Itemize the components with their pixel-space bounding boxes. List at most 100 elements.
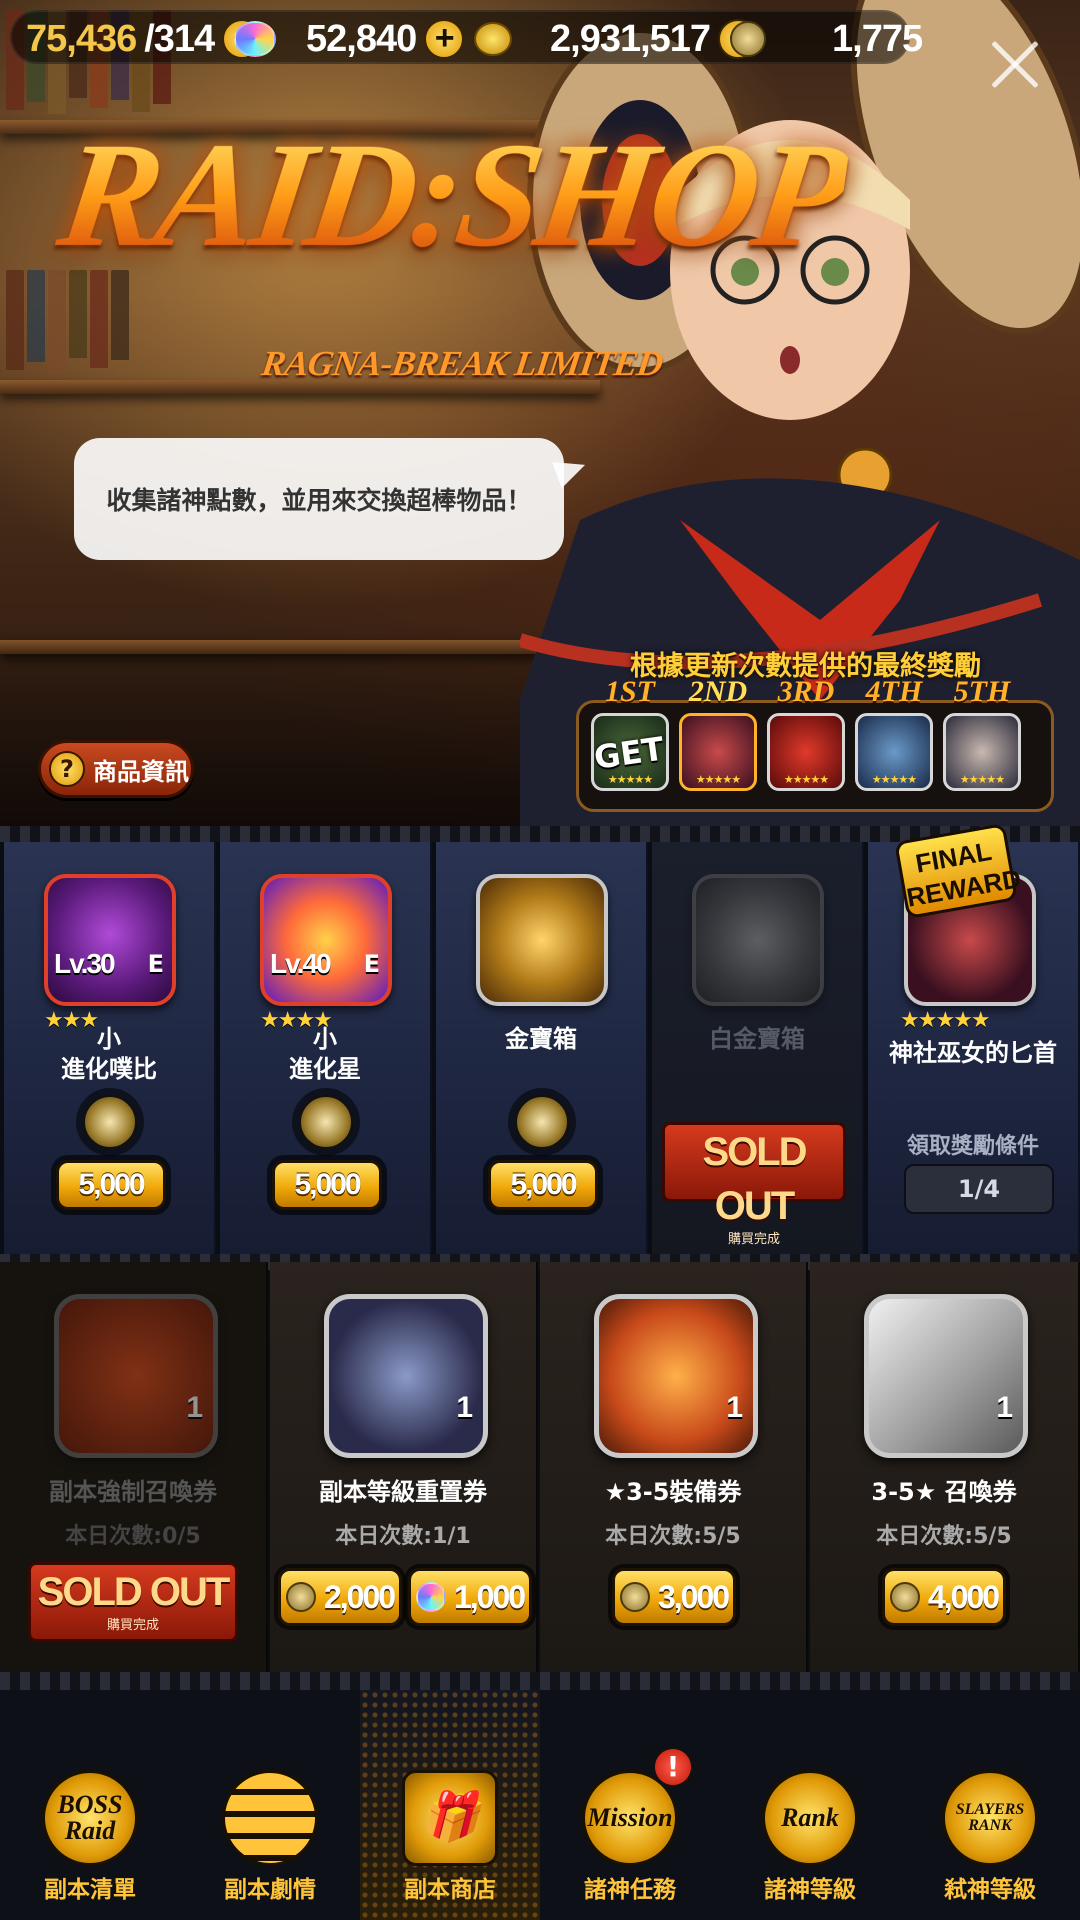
quantity-label: 1 bbox=[456, 1391, 473, 1424]
final-reward-panel: 1ST GET! ★★★★★ 2ND ★★★★★ 3RD ★★★★★ 4TH ★… bbox=[576, 677, 1054, 812]
nav-raid-shop[interactable]: 🎁 副本商店 bbox=[360, 1690, 540, 1920]
buy-button[interactable]: 5,000 bbox=[272, 1160, 382, 1210]
product-info-label: 商品資訊 bbox=[93, 757, 189, 786]
reward-stars: ★★★★★ bbox=[871, 773, 917, 786]
level-label: Lv.40 bbox=[270, 948, 332, 979]
striped-orb-icon bbox=[222, 1770, 318, 1866]
shop-item-card[interactable]: Lv.30 E ★★★ 小 進化噗比 5,000 bbox=[4, 842, 216, 1262]
star-monster-icon: Lv.40 E bbox=[260, 874, 392, 1006]
gold-value: 2,931,517 bbox=[550, 17, 711, 60]
item-name: 副本強制召喚券 bbox=[49, 1478, 217, 1506]
product-info-button[interactable]: ? 商品資訊 bbox=[38, 740, 194, 798]
platinum-card-icon: 1 bbox=[864, 1294, 1028, 1458]
icon-text: BOSS Raid bbox=[57, 1790, 123, 1845]
nav-label: 諸神等級 bbox=[764, 1877, 856, 1903]
gold-chest-icon bbox=[476, 874, 608, 1006]
reward-slot-4[interactable]: 4TH ★★★★★ bbox=[853, 677, 935, 791]
platinum-chest-icon bbox=[692, 874, 824, 1006]
shop-item-card[interactable]: 1 副本等級重置券 本日次數:1/1 2,000 1,000 bbox=[270, 1262, 538, 1672]
raid-shop-sublogo: RAGNA-BREAK LIMITED bbox=[259, 343, 665, 383]
icon-text: 🎁 bbox=[420, 1791, 480, 1844]
sold-out-label: SOLD OUT bbox=[702, 1130, 807, 1228]
nav-label: 諸神任務 bbox=[584, 1877, 676, 1903]
reward-condition-label: 領取獎勵條件 bbox=[906, 1134, 1039, 1159]
rank-label: 4TH bbox=[865, 675, 923, 708]
reward-stars: ★★★★★ bbox=[695, 773, 741, 786]
buy-with-gems-button[interactable]: 1,000 bbox=[408, 1568, 532, 1626]
nav-label: 弒神等級 bbox=[944, 1877, 1036, 1903]
buy-with-medals-button[interactable]: 2,000 bbox=[278, 1568, 402, 1626]
medal-counter: 1,775 bbox=[730, 12, 923, 66]
gem-value: 52,840 bbox=[306, 17, 417, 60]
nav-label: 副本商店 bbox=[404, 1877, 496, 1903]
buy-button[interactable]: 3,000 bbox=[612, 1568, 736, 1626]
gold-counter: 2,931,517 + bbox=[474, 12, 759, 66]
level-label: Lv.30 bbox=[54, 948, 116, 979]
gem-counter: 52,840 + bbox=[234, 12, 465, 66]
final-reward-card[interactable]: FINAL REWARD ★★★★★ 神社巫女的匕首 領取獎勵條件 1/4 bbox=[868, 822, 1080, 1262]
god-medal-icon bbox=[82, 1094, 138, 1150]
equipment-ticket-icon: 1 bbox=[594, 1294, 758, 1458]
buy-button[interactable]: 4,000 bbox=[882, 1568, 1006, 1626]
quantity-label: 1 bbox=[996, 1391, 1013, 1424]
question-icon: ? bbox=[49, 751, 85, 787]
nav-label: 副本清單 bbox=[44, 1877, 136, 1903]
reward-slot-2[interactable]: 2ND ★★★★★ bbox=[677, 677, 759, 791]
icon-text: SLAYERS RANK bbox=[955, 1801, 1025, 1834]
raid-shop-logo: RAID:SHOP bbox=[50, 112, 855, 278]
item-name: 進化星 bbox=[289, 1055, 361, 1083]
item-name: ★3-5裝備券 bbox=[604, 1478, 742, 1506]
nav-raid-story[interactable]: 副本劇情 bbox=[180, 1690, 360, 1920]
summon-ticket-icon: 1 bbox=[54, 1294, 218, 1458]
bottom-nav: BOSS Raid 副本清單 副本劇情 🎁 副本商店 Mission ! 諸神任… bbox=[0, 1690, 1080, 1920]
medal-value: 1,775 bbox=[832, 17, 923, 60]
reward-stars: ★★★★★ bbox=[607, 773, 653, 786]
reward-slot-5[interactable]: 5TH ★★★★★ bbox=[941, 677, 1023, 791]
daily-count: 本日次數:0/5 bbox=[65, 1524, 201, 1549]
shop-item-card[interactable]: 1 3-5★ 召喚券 本日次數:5/5 4,000 bbox=[810, 1262, 1080, 1672]
item-name: 副本等級重置券 bbox=[319, 1478, 487, 1506]
shop-item-card[interactable]: Lv.40 E ★★★★ 小 進化星 5,000 bbox=[220, 842, 432, 1262]
god-medal-icon bbox=[730, 21, 766, 57]
rank-label: 1ST bbox=[604, 675, 655, 708]
rank-globe-icon: Rank bbox=[762, 1770, 858, 1866]
quantity-label: 1 bbox=[726, 1391, 743, 1424]
sold-out-badge: SOLD OUT 購買完成 bbox=[662, 1122, 846, 1247]
gift-icon: 🎁 bbox=[402, 1770, 498, 1866]
nav-god-rank[interactable]: Rank 諸神等級 bbox=[720, 1690, 900, 1920]
god-medal-icon bbox=[285, 1582, 316, 1612]
close-icon[interactable] bbox=[980, 30, 1050, 100]
rank-label: 2ND bbox=[688, 675, 748, 708]
element-label: E bbox=[363, 950, 380, 978]
divider bbox=[0, 1672, 1080, 1690]
price-label: 4,000 bbox=[927, 1578, 1000, 1615]
god-medal-icon bbox=[619, 1582, 650, 1612]
character-icon: ★★★★★ bbox=[943, 713, 1021, 791]
item-size: 小 bbox=[97, 1025, 121, 1053]
nav-god-missions[interactable]: Mission ! 諸神任務 bbox=[540, 1690, 720, 1920]
add-gems-button[interactable]: + bbox=[424, 19, 465, 59]
shop-item-card-soldout: 白金寶箱 SOLD OUT 購買完成 bbox=[652, 842, 864, 1262]
stamina-max: /314 bbox=[144, 17, 215, 60]
price-label: 1,000 bbox=[453, 1578, 526, 1615]
buy-button[interactable]: 5,000 bbox=[488, 1160, 598, 1210]
nav-slayers-rank[interactable]: SLAYERS RANK 弒神等級 bbox=[900, 1690, 1080, 1920]
shop-item-card[interactable]: 金寶箱 5,000 bbox=[436, 842, 648, 1262]
buy-button[interactable]: 5,000 bbox=[56, 1160, 166, 1210]
notification-badge: ! bbox=[652, 1746, 694, 1788]
reward-slot-3[interactable]: 3RD ★★★★★ bbox=[765, 677, 847, 791]
god-medal-icon bbox=[298, 1094, 354, 1150]
monster-icon: ★★★★★ bbox=[855, 713, 933, 791]
item-name: 進化噗比 bbox=[61, 1055, 157, 1083]
reward-slot-1[interactable]: 1ST GET! ★★★★★ bbox=[589, 677, 671, 791]
sold-out-label: SOLD OUT bbox=[37, 1570, 231, 1614]
currency-bar: 75,436/314 + 52,840 + 2,931,517 + 1,775 bbox=[10, 10, 923, 66]
shop-item-card-soldout: 1 副本強制召喚券 本日次數:0/5 SOLD OUT 購買完成 bbox=[0, 1262, 268, 1672]
nav-raid-list[interactable]: BOSS Raid 副本清單 bbox=[0, 1690, 180, 1920]
shop-item-card[interactable]: 1 ★3-5裝備券 本日次數:5/5 3,000 bbox=[540, 1262, 808, 1672]
stamina-counter: 75,436/314 + bbox=[26, 12, 263, 66]
armor-icon: ★★★★★ bbox=[767, 713, 845, 791]
bookshelf-decor bbox=[0, 270, 129, 380]
puppy-monster-icon: Lv.30 E bbox=[44, 874, 176, 1006]
daily-count: 本日次數:5/5 bbox=[605, 1524, 741, 1549]
